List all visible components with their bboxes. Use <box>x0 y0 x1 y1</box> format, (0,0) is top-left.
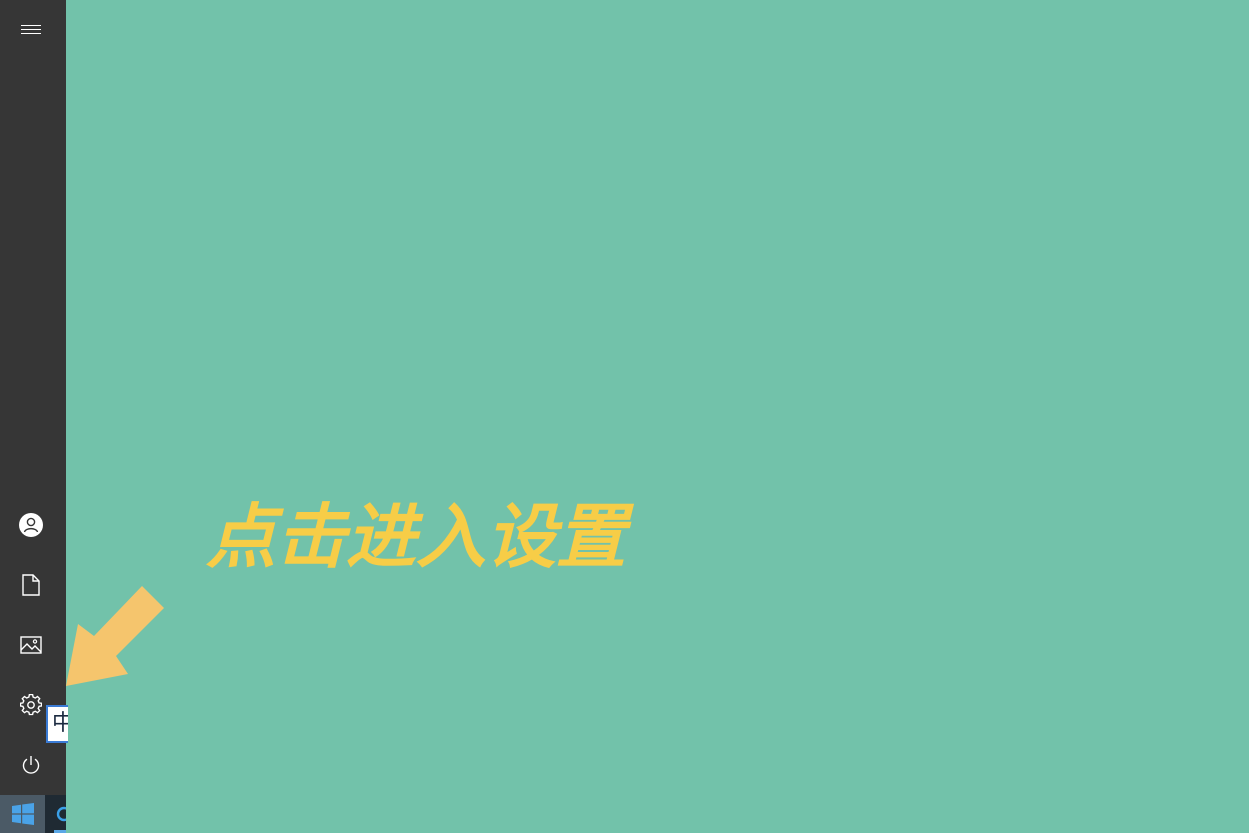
settings-gear-icon <box>20 694 42 716</box>
taskbar <box>0 795 66 833</box>
tooltip-text: 中 <box>52 711 68 737</box>
start-button[interactable] <box>0 795 45 833</box>
taskbar-app-item[interactable] <box>45 795 66 833</box>
documents-icon <box>22 574 40 596</box>
desktop-screen: 中 点击进入设置 <box>0 0 1249 833</box>
power-icon <box>22 756 40 774</box>
expand-menu-button[interactable] <box>0 1 62 59</box>
hamburger-menu-icon <box>21 25 41 34</box>
documents-button[interactable] <box>0 556 62 614</box>
user-account-button[interactable] <box>0 496 62 554</box>
start-menu-rail <box>0 0 66 795</box>
pictures-icon <box>20 636 42 654</box>
user-account-icon <box>19 513 43 537</box>
pictures-button[interactable] <box>0 616 62 674</box>
annotation-arrow-icon <box>66 586 164 686</box>
app-icon <box>56 806 66 822</box>
windows-logo-icon <box>11 803 34 825</box>
settings-tooltip: 中 <box>46 705 68 743</box>
annotation-text: 点击进入设置 <box>206 495 626 578</box>
power-button[interactable] <box>0 736 62 794</box>
